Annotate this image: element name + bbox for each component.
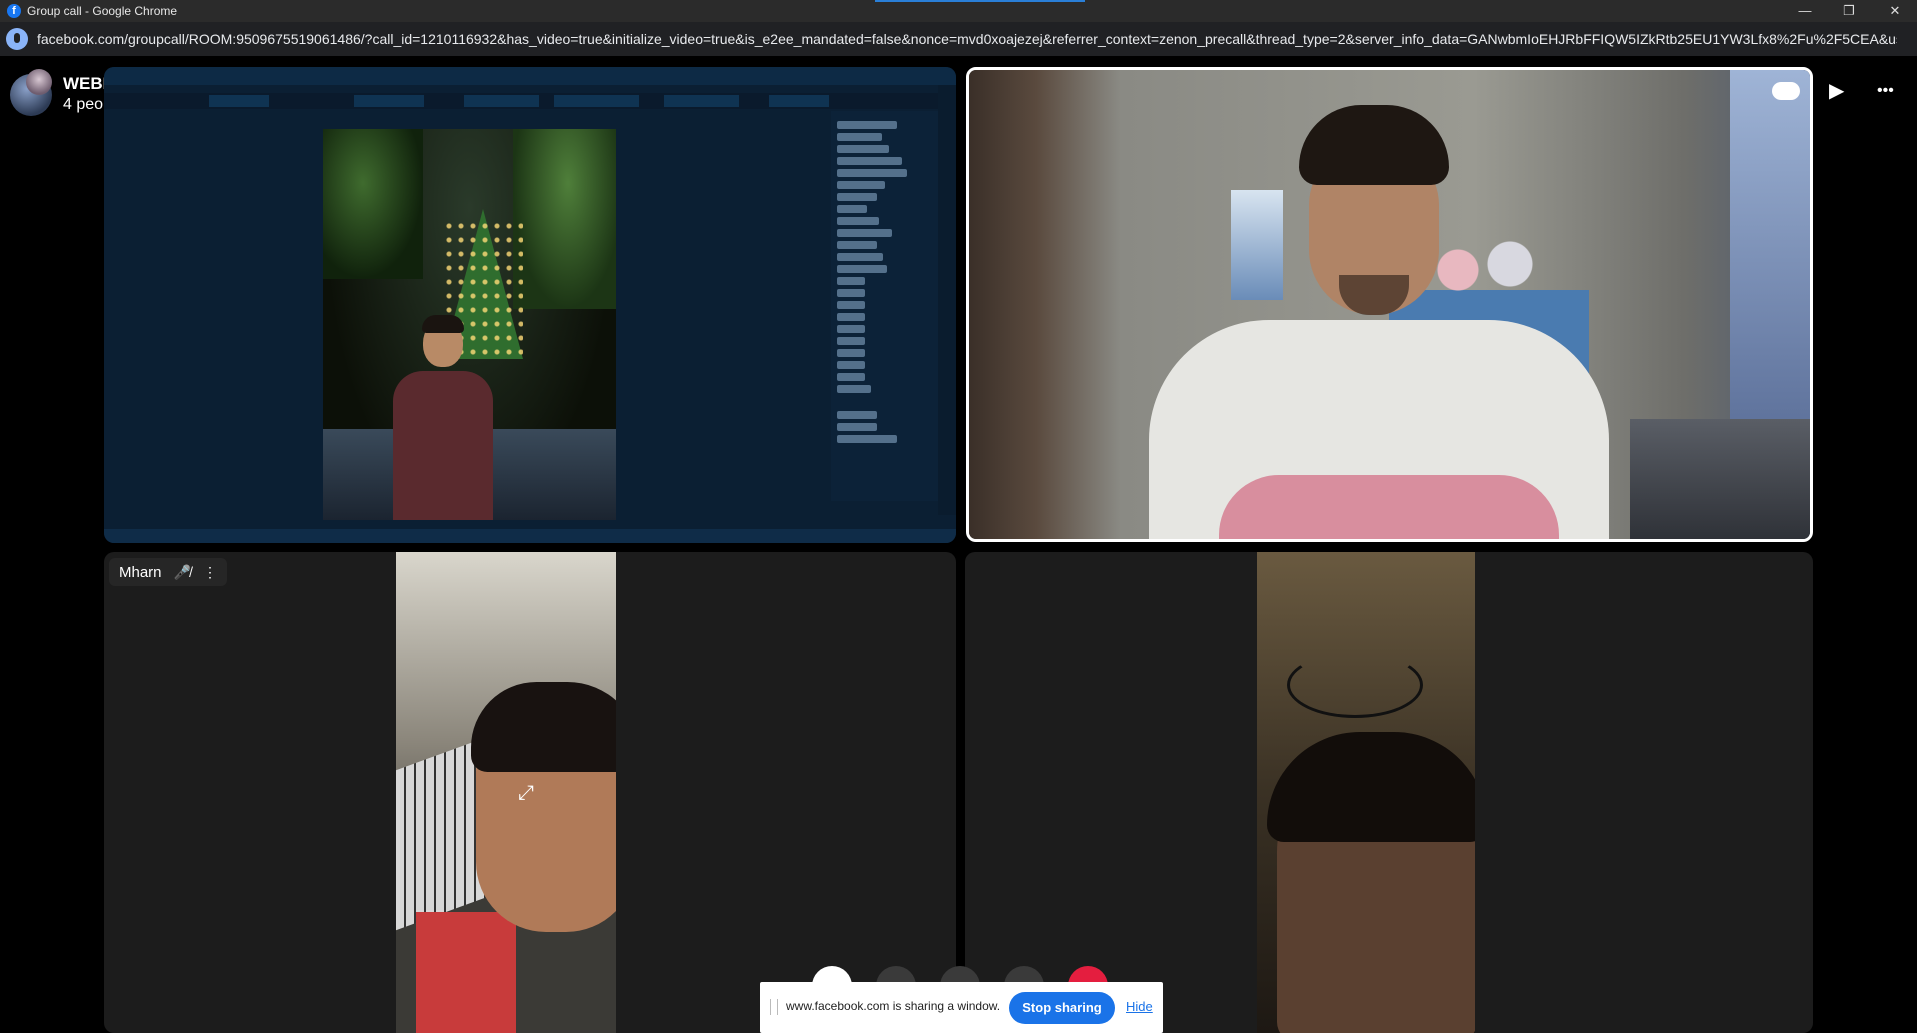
- address-bar[interactable]: facebook.com/groupcall/ROOM:950967551906…: [0, 22, 1917, 56]
- video-feed: ⤢: [396, 552, 616, 1033]
- participant-video-tile[interactable]: [965, 552, 1813, 1033]
- editor-status-bar: [104, 529, 956, 543]
- expand-icon[interactable]: ⤢: [518, 782, 534, 805]
- editor-activity-bar: [938, 85, 956, 515]
- participant-menu-icon[interactable]: ⋮: [203, 564, 217, 581]
- stop-sharing-button[interactable]: Stop sharing: [1009, 992, 1115, 1024]
- facebook-icon: f: [7, 4, 21, 18]
- video-feed: [969, 70, 1810, 539]
- gamepad-icon[interactable]: [1772, 82, 1800, 100]
- microphone-icon[interactable]: [6, 28, 28, 50]
- hide-button[interactable]: Hide: [1126, 999, 1153, 1014]
- minimize-button[interactable]: —: [1783, 0, 1827, 22]
- editor-tabs: [104, 93, 956, 109]
- participant-name: Mharn: [119, 563, 162, 581]
- tab-indicator: [875, 0, 1085, 2]
- sharing-message: www.facebook.com is sharing a window.: [786, 999, 1001, 1013]
- url-text[interactable]: facebook.com/groupcall/ROOM:950967551906…: [37, 31, 1897, 47]
- drag-handle-icon[interactable]: [770, 999, 778, 1015]
- screen-sharing-bar: www.facebook.com is sharing a window. St…: [760, 982, 1163, 1033]
- restore-button[interactable]: ❐: [1827, 0, 1871, 22]
- play-screen-icon[interactable]: ▶: [1829, 78, 1844, 103]
- editor-menubar: [104, 67, 956, 85]
- participant-name-chip: Mharn 🎤̸ ⋮: [109, 558, 227, 586]
- shared-editor-window: [104, 67, 956, 543]
- participant-video-tile[interactable]: [966, 67, 1813, 542]
- christmas-photo: [323, 129, 616, 520]
- browser-title-bar: f Group call - Google Chrome — ❐ ✕: [0, 0, 1917, 22]
- shared-screen-tile[interactable]: [104, 67, 956, 543]
- group-avatar-secondary: [26, 69, 52, 95]
- window-title: Group call - Google Chrome: [27, 4, 178, 18]
- file-explorer: [831, 111, 939, 501]
- close-button[interactable]: ✕: [1873, 0, 1917, 22]
- participant-video-tile-mharn[interactable]: ⤢ Mharn 🎤̸ ⋮: [104, 552, 956, 1033]
- video-feed: [1257, 552, 1475, 1033]
- muted-mic-icon: 🎤̸: [173, 563, 191, 580]
- more-icon[interactable]: •••: [1877, 82, 1894, 100]
